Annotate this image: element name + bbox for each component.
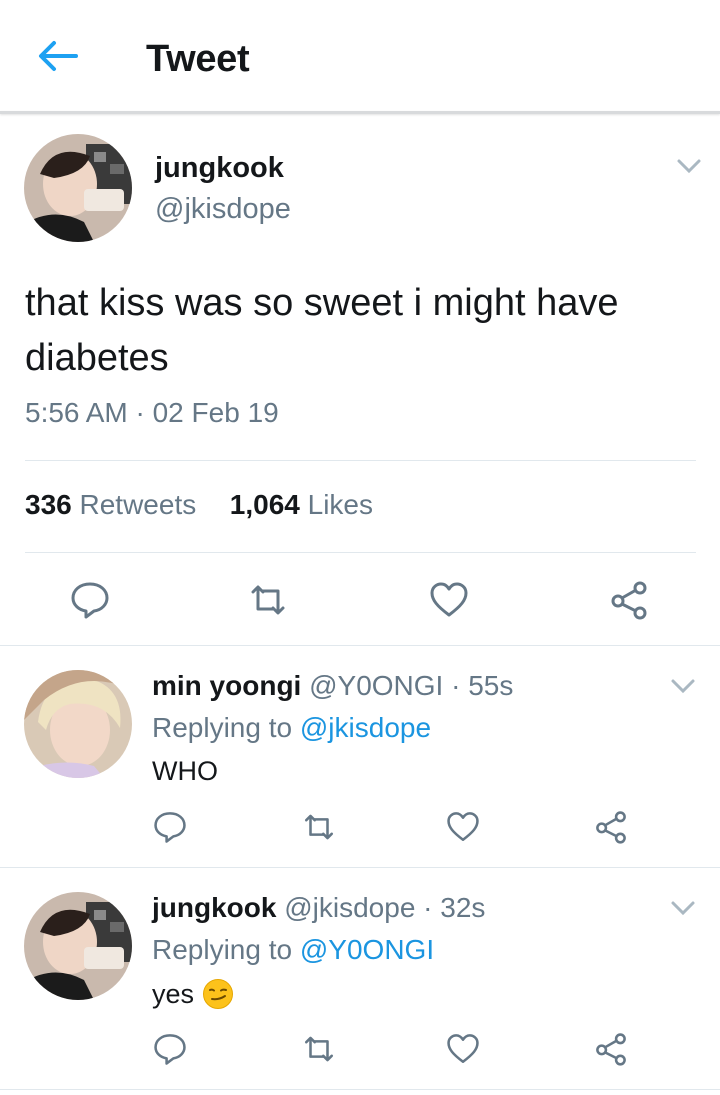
like-icon[interactable] [446, 810, 480, 844]
avatar[interactable] [24, 670, 132, 778]
reply-icon[interactable] [70, 580, 110, 620]
page-title: Tweet [146, 38, 250, 80]
divider [25, 460, 696, 461]
replying-to-label: Replying to [152, 934, 293, 965]
replying-to-handle[interactable]: @jkisdope [300, 712, 431, 743]
retweet-icon[interactable] [248, 580, 288, 620]
divider [0, 867, 720, 868]
chevron-down-icon[interactable] [670, 678, 696, 694]
reply-meta[interactable]: @Y0ONGI · 55s [309, 670, 513, 701]
replying-to: Replying to @Y0ONGI [152, 934, 434, 966]
reply-text: WHO [152, 756, 218, 786]
retweets-label[interactable]: Retweets [80, 489, 197, 520]
share-icon[interactable] [594, 810, 628, 844]
reply-text-row: yes [152, 978, 234, 1010]
reply-meta[interactable]: @jkisdope · 32s [284, 892, 485, 923]
reply-author-name[interactable]: jungkook [152, 892, 276, 923]
back-arrow-icon[interactable] [36, 38, 80, 74]
reply-author-name[interactable]: min yoongi [152, 670, 301, 701]
tweet-timestamp: 5:56 AM · 02 Feb 19 [25, 397, 279, 428]
share-icon[interactable] [609, 580, 649, 620]
retweet-icon[interactable] [302, 1032, 336, 1066]
divider [0, 1089, 720, 1090]
smirking-face-emoji-icon [202, 978, 234, 1010]
likes-count[interactable]: 1,064 [230, 489, 300, 520]
chevron-down-icon[interactable] [670, 900, 696, 916]
top-bar [0, 0, 720, 112]
replying-to-handle[interactable]: @Y0ONGI [300, 934, 434, 965]
likes-label[interactable]: Likes [308, 489, 373, 520]
like-icon[interactable] [429, 580, 469, 620]
divider [25, 552, 696, 553]
tweet-text: that kiss was so sweet i might have diab… [25, 282, 619, 379]
reply-header: min yoongi @Y0ONGI · 55s [152, 670, 513, 702]
reply-icon[interactable] [153, 810, 187, 844]
divider [0, 645, 720, 646]
retweet-icon[interactable] [302, 810, 336, 844]
tweet-stats: 336 Retweets 1,064 Likes [25, 489, 373, 521]
replying-to: Replying to @jkisdope [152, 712, 431, 744]
avatar[interactable] [24, 892, 132, 1000]
like-icon[interactable] [446, 1032, 480, 1066]
author-name[interactable]: jungkook [155, 152, 284, 185]
reply-icon[interactable] [153, 1032, 187, 1066]
header-divider [0, 111, 720, 114]
avatar[interactable] [24, 134, 132, 242]
share-icon[interactable] [594, 1032, 628, 1066]
retweets-count[interactable]: 336 [25, 489, 72, 520]
reply-header: jungkook @jkisdope · 32s [152, 892, 485, 924]
author-handle[interactable]: @jkisdope [155, 193, 291, 226]
chevron-down-icon[interactable] [676, 158, 702, 174]
replying-to-label: Replying to [152, 712, 293, 743]
reply-text: yes [152, 978, 195, 1009]
